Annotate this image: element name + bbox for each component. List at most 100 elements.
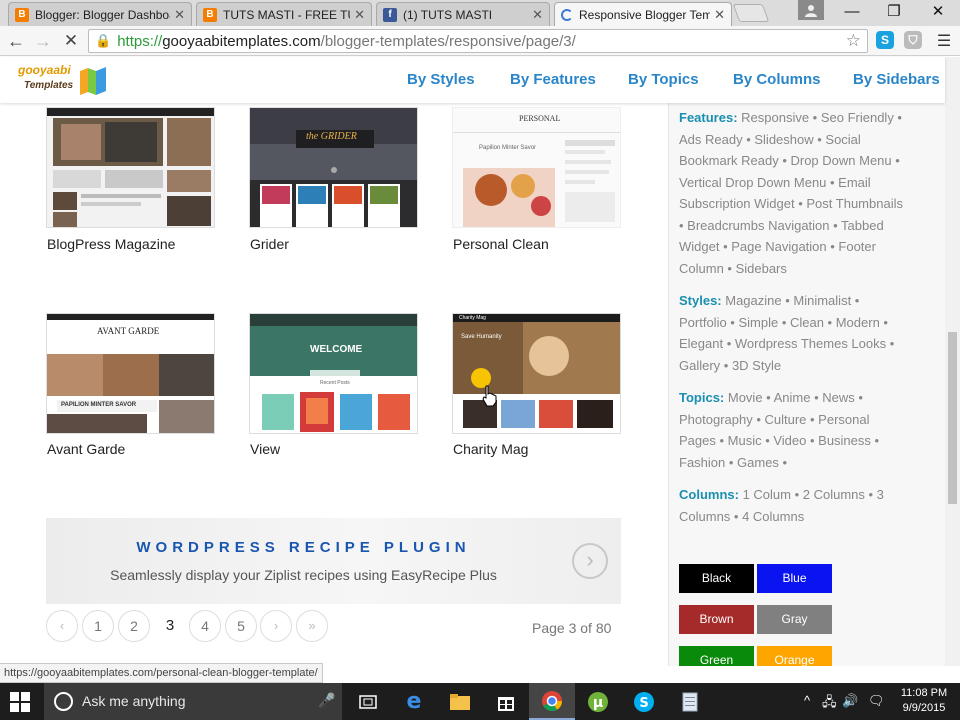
site-header: gooyaabi Templates By Styles By Features…: [0, 57, 945, 103]
taskbar-clock[interactable]: 11:08 PM 9/9/2015: [896, 686, 952, 716]
pagination-prev[interactable]: ‹: [46, 610, 78, 642]
nav-by-features[interactable]: By Features: [510, 71, 596, 88]
template-card[interactable]: Charity Mag Save Humanity: [452, 313, 622, 434]
network-icon[interactable]: 🖧: [822, 693, 837, 715]
color-green-button[interactable]: Green: [679, 646, 754, 666]
store-icon[interactable]: [483, 683, 529, 720]
template-title[interactable]: View: [250, 441, 280, 457]
template-card[interactable]: AVANT GARDE PAPILION MINTER SAVOR: [46, 313, 216, 434]
template-title[interactable]: BlogPress Magazine: [47, 236, 175, 252]
pagination-page[interactable]: 4: [189, 610, 221, 642]
template-title[interactable]: Personal Clean: [453, 236, 549, 252]
search-placeholder: Ask me anything: [82, 693, 186, 709]
url-path: /blogger-templates/responsive/page/3/: [320, 32, 576, 50]
template-card[interactable]: PERSONAL Papilion Minter Savor: [452, 107, 622, 228]
skype-extension-icon[interactable]: S: [876, 31, 894, 49]
color-gray-button[interactable]: Gray: [757, 605, 832, 634]
template-card[interactable]: WELCOME Recent Posts: [249, 313, 419, 434]
promo-title[interactable]: WORDPRESS RECIPE PLUGIN: [46, 539, 621, 556]
template-card[interactable]: the GRIDER: [249, 107, 419, 228]
filter-heading: Topics:: [679, 390, 725, 405]
cortana-icon: [54, 692, 73, 711]
filter-links[interactable]: Responsive • Seo Friendly • Ads Ready • …: [679, 110, 903, 276]
close-icon[interactable]: ✕: [532, 7, 543, 23]
thumbnail-text: the GRIDER: [306, 131, 357, 142]
pagination-page[interactable]: 2: [118, 610, 150, 642]
color-brown-button[interactable]: Brown: [679, 605, 754, 634]
tab-responsive-templates[interactable]: Responsive Blogger Temp ✕: [554, 2, 732, 26]
close-icon[interactable]: ✕: [714, 7, 725, 23]
minimize-icon[interactable]: —: [830, 0, 874, 24]
nav-by-columns[interactable]: By Columns: [733, 71, 821, 88]
site-logo[interactable]: gooyaabi Templates: [18, 63, 110, 97]
thumbnail-subtext: PAPILION MINTER SAVOR: [61, 402, 137, 408]
file-explorer-icon[interactable]: [437, 683, 483, 720]
filter-list: Features: Responsive • Seo Friendly • Ad…: [679, 107, 903, 538]
tab-label: Blogger: Blogger Dashboa: [35, 7, 171, 22]
microphone-icon[interactable]: 🎤: [318, 692, 335, 709]
template-title[interactable]: Avant Garde: [47, 441, 125, 457]
edge-browser-icon[interactable]: e: [391, 683, 437, 720]
logo-text: gooyaabi: [18, 63, 71, 77]
pagination-last[interactable]: »: [296, 610, 328, 642]
template-gallery: BlogPress Magazine the GRIDER Grider PER…: [0, 103, 660, 666]
close-icon[interactable]: ✕: [174, 7, 185, 23]
color-orange-button[interactable]: Orange: [757, 646, 832, 666]
nav-by-sidebars[interactable]: By Sidebars: [853, 71, 940, 88]
lock-icon: 🔒: [95, 33, 112, 48]
color-blue-button[interactable]: Blue: [757, 564, 832, 593]
thumbnail-text: Charity Mag: [459, 315, 486, 321]
skype-icon[interactable]: S: [621, 683, 667, 720]
chrome-icon[interactable]: [529, 683, 575, 720]
template-title[interactable]: Grider: [250, 236, 289, 252]
bookmark-star-icon[interactable]: ☆: [846, 31, 861, 51]
svg-text:µ: µ: [593, 695, 603, 711]
pagination-next[interactable]: ›: [260, 610, 292, 642]
pagination-page[interactable]: 5: [225, 610, 257, 642]
chevron-up-icon[interactable]: ^: [804, 693, 810, 708]
tab-tuts-masti[interactable]: B TUTS MASTI - FREE TUTOI ✕: [196, 2, 372, 26]
forward-icon[interactable]: →: [32, 30, 54, 52]
restore-icon[interactable]: ❐: [872, 0, 916, 24]
back-icon[interactable]: ←: [5, 30, 27, 52]
window-close-icon[interactable]: ✕: [916, 0, 960, 24]
chevron-right-icon[interactable]: ›: [572, 543, 608, 579]
stop-loading-icon[interactable]: ✕: [60, 30, 82, 52]
template-title[interactable]: Charity Mag: [453, 441, 528, 457]
page-info: Page 3 of 80: [532, 620, 612, 636]
thumbnail-text: WELCOME: [310, 344, 363, 355]
notepad-icon[interactable]: [667, 683, 713, 720]
blogger-icon: B: [203, 7, 217, 22]
nav-by-topics[interactable]: By Topics: [628, 71, 699, 88]
blogger-icon: B: [15, 7, 29, 22]
user-profile-icon[interactable]: [798, 0, 824, 20]
close-icon[interactable]: ✕: [354, 7, 365, 23]
browser-tab-bar: B Blogger: Blogger Dashboa ✕ B TUTS MAST…: [0, 0, 960, 26]
notification-icon[interactable]: 🗨: [868, 693, 885, 709]
shield-extension-icon[interactable]: ⛉: [904, 31, 922, 49]
windows-start-icon[interactable]: [10, 692, 30, 712]
template-thumbnail[interactable]: AVANT GARDE PAPILION MINTER SAVOR: [46, 313, 215, 434]
template-thumbnail[interactable]: [46, 107, 215, 228]
task-view-icon[interactable]: [345, 683, 391, 720]
new-tab-button[interactable]: [732, 4, 770, 22]
thumbnail-text: PERSONAL: [519, 114, 561, 123]
pagination-page[interactable]: 1: [82, 610, 114, 642]
volume-icon[interactable]: 🔊: [842, 693, 858, 709]
browser-toolbar: ← → ✕ 🔒 https:// gooyaabitemplates.com /…: [0, 26, 960, 56]
template-thumbnail[interactable]: WELCOME Recent Posts: [249, 313, 418, 434]
browser-menu-icon[interactable]: ☰: [934, 31, 954, 51]
scrollbar-thumb[interactable]: [948, 332, 957, 504]
template-card[interactable]: [46, 107, 216, 228]
template-thumbnail[interactable]: Charity Mag Save Humanity: [452, 313, 621, 434]
tab-facebook[interactable]: f (1) TUTS MASTI ✕: [376, 2, 550, 26]
promo-banner[interactable]: WORDPRESS RECIPE PLUGIN Seamlessly displ…: [46, 518, 621, 604]
template-thumbnail[interactable]: the GRIDER: [249, 107, 418, 228]
color-black-button[interactable]: Black: [679, 564, 754, 593]
address-bar[interactable]: 🔒 https:// gooyaabitemplates.com /blogge…: [88, 29, 868, 53]
nav-by-styles[interactable]: By Styles: [407, 71, 475, 88]
tab-blogger-dashboard[interactable]: B Blogger: Blogger Dashboa ✕: [8, 2, 192, 26]
template-thumbnail[interactable]: PERSONAL Papilion Minter Savor: [452, 107, 621, 228]
utorrent-icon[interactable]: µ: [575, 683, 621, 720]
cortana-search-box[interactable]: Ask me anything 🎤: [44, 683, 342, 720]
